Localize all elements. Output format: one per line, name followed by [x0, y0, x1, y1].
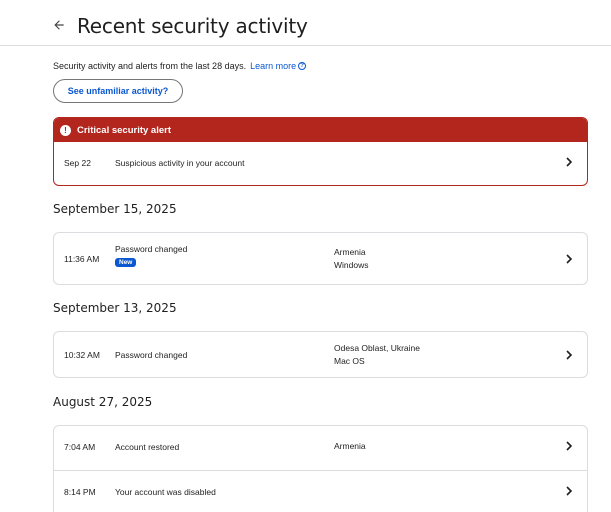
back-button[interactable]	[48, 14, 70, 36]
event-device: Mac OS	[334, 356, 365, 366]
event-device: Windows	[334, 260, 369, 270]
critical-alert-header: ! Critical security alert	[54, 118, 587, 142]
alert-text: Suspicious activity in your account	[115, 158, 245, 168]
learn-more-link[interactable]: Learn more ?	[250, 61, 307, 71]
chevron-right-icon	[566, 350, 573, 360]
event-time: 10:32 AM	[64, 350, 100, 360]
critical-alert-card: ! Critical security alert Sep 22 Suspici…	[53, 117, 588, 186]
page-title: Recent security activity	[77, 14, 308, 38]
date-heading: September 13, 2025	[53, 301, 177, 315]
event-location-block: Odesa Oblast, Ukraine Mac OS	[334, 342, 420, 368]
event-title: Password changed	[115, 244, 188, 254]
see-unfamiliar-activity-button[interactable]: See unfamiliar activity?	[53, 79, 183, 103]
chevron-right-icon	[566, 486, 573, 496]
event-time: 7:04 AM	[64, 442, 96, 452]
date-heading: August 27, 2025	[53, 395, 153, 409]
page-header: Recent security activity	[0, 0, 611, 46]
activity-row[interactable]: 10:32 AM Password changed Odesa Oblast, …	[54, 332, 587, 377]
event-time: 8:14 PM	[64, 487, 96, 497]
activity-row[interactable]: 7:04 AM Account restored Armenia	[54, 426, 587, 470]
activity-row[interactable]: 8:14 PM Your account was disabled	[54, 470, 587, 512]
alert-circle-icon: !	[60, 124, 71, 136]
event-title: Account restored	[115, 442, 180, 452]
activity-card: 10:32 AM Password changed Odesa Oblast, …	[53, 331, 588, 378]
intro-description: Security activity and alerts from the la…	[53, 61, 247, 71]
event-block: Password changed New	[115, 244, 187, 267]
help-circle-icon: ?	[298, 62, 307, 70]
alert-date: Sep 22	[64, 158, 91, 168]
activity-card: 7:04 AM Account restored Armenia 8:14 PM…	[53, 425, 588, 512]
event-title: Your account was disabled	[115, 487, 216, 497]
new-badge: New	[115, 258, 137, 267]
learn-more-label: Learn more	[250, 61, 297, 71]
intro-text: Security activity and alerts from the la…	[53, 61, 307, 71]
activity-card: 11:36 AM Password changed New Armenia Wi…	[53, 232, 588, 285]
event-location-block: Armenia Windows	[334, 246, 368, 272]
arrow-back-icon	[54, 20, 64, 30]
chevron-right-icon	[566, 157, 573, 167]
event-location: Armenia	[334, 247, 366, 257]
activity-row[interactable]: 11:36 AM Password changed New Armenia Wi…	[54, 233, 587, 284]
critical-alert-title: Critical security alert	[77, 124, 171, 136]
chevron-right-icon	[566, 254, 573, 264]
chevron-right-icon	[566, 441, 573, 451]
event-time: 11:36 AM	[64, 254, 100, 264]
event-title: Password changed	[115, 350, 188, 360]
date-heading: September 15, 2025	[53, 202, 177, 216]
event-location: Odesa Oblast, Ukraine	[334, 343, 420, 353]
critical-alert-row[interactable]: Sep 22 Suspicious activity in your accou…	[54, 142, 587, 185]
event-location: Armenia	[334, 441, 366, 451]
